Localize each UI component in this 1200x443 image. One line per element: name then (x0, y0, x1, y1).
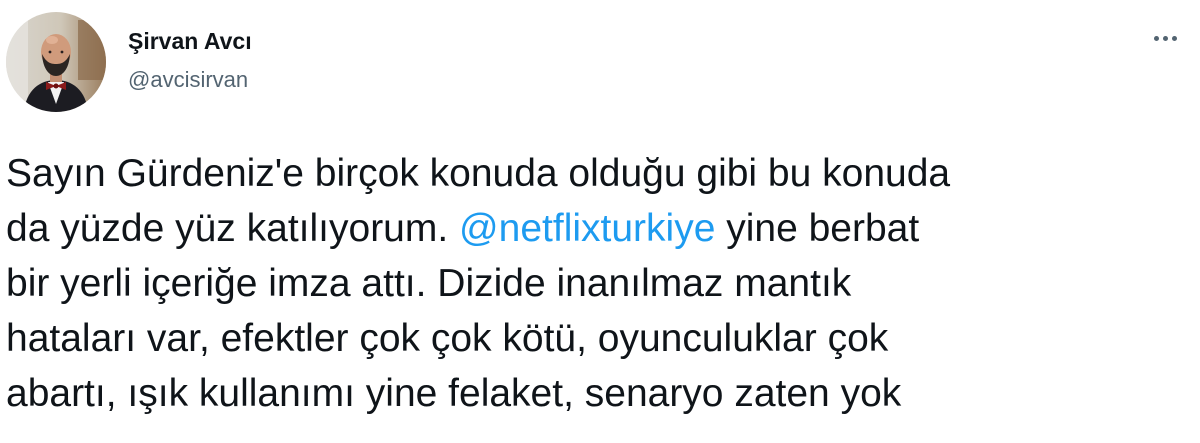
tweet-text: Sayın Gürdeniz'e birçok konuda olduğu gi… (6, 146, 1181, 421)
tweet-line: abartı, ışık kullanımı yine felaket, sen… (6, 372, 902, 415)
tweet-line-text: da yüzde yüz katılıyorum. (6, 207, 460, 250)
author-handle[interactable]: @avcisirvan (128, 66, 252, 94)
tweet-card: Şirvan Avcı @avcisirvan Sayın Gürdeniz'e… (0, 0, 1200, 443)
author-avatar[interactable] (6, 12, 106, 112)
mention-link[interactable]: @netflixturkiye (459, 207, 715, 250)
tweet-line: Sayın Gürdeniz'e birçok konuda olduğu gi… (6, 152, 951, 195)
tweet-line-text: yine berbat (715, 207, 920, 250)
more-horizontal-icon-dot (1162, 35, 1168, 41)
profile-photo-icon (6, 12, 106, 112)
more-horizontal-icon-dot (1171, 35, 1177, 41)
tweet-line: hataları var, efektler çok çok kötü, oyu… (6, 317, 889, 360)
author-info: Şirvan Avcı @avcisirvan (128, 26, 252, 94)
tweet-line: bir yerli içeriğe imza attı. Dizide inan… (6, 262, 852, 305)
author-name[interactable]: Şirvan Avcı (128, 26, 252, 56)
more-horizontal-icon (1153, 35, 1159, 41)
more-options-button[interactable] (1148, 26, 1182, 50)
tweet-line: da yüzde yüz katılıyorum. @netflixturkiy… (6, 201, 1181, 256)
